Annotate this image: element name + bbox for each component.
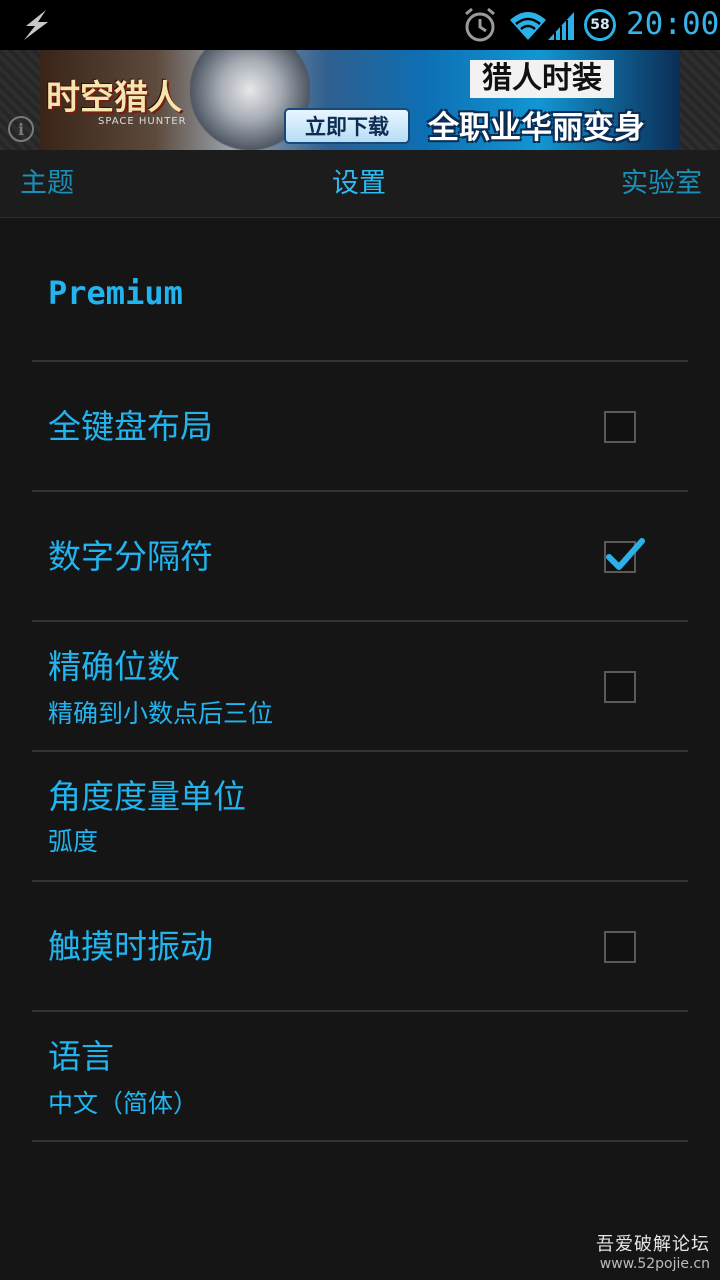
status-bar: 58 20:00 [0, 0, 720, 50]
tab-theme[interactable]: 主题 [20, 150, 74, 218]
tab-settings[interactable]: 设置 [332, 150, 386, 218]
pref-language-summary: 中文（简体） [48, 1089, 199, 1118]
watermark: 吾爱破解论坛 www.52pojie.cn [596, 1230, 710, 1272]
pref-full-keyboard-title: 全键盘布局 [48, 407, 213, 446]
settings-list: Premium 全键盘布局 数字分隔符 精确位数 精确到小数点后三位 角度度量单… [32, 218, 688, 1142]
pref-angle-unit-title: 角度度量单位 [48, 777, 246, 816]
wifi-icon [510, 12, 546, 40]
checkmark-icon [606, 538, 645, 570]
pref-precision-summary: 精确到小数点后三位 [48, 699, 274, 728]
pref-digit-separator[interactable]: 数字分隔符 [32, 492, 688, 622]
pref-digit-separator-title: 数字分隔符 [48, 537, 213, 576]
pref-angle-unit-summary: 弧度 [48, 827, 99, 856]
tab-lab[interactable]: 实验室 [621, 150, 702, 218]
pref-precision[interactable]: 精确位数 精确到小数点后三位 [32, 622, 688, 752]
watermark-url: www.52pojie.cn [599, 1256, 710, 1272]
ad-headline-2: 全职业华丽变身 [428, 110, 645, 146]
pref-language[interactable]: 语言 中文（简体） [32, 1012, 688, 1142]
signal-icon [548, 12, 574, 40]
ad-brand: 时空猎人 [46, 78, 182, 118]
pref-angle-unit[interactable]: 角度度量单位 弧度 [32, 752, 688, 882]
battery-icon: 58 [584, 9, 616, 41]
pref-full-keyboard-checkbox[interactable] [604, 411, 636, 443]
tab-bar: 主题 设置 实验室 [0, 150, 720, 218]
ad-brand-sub: SPACE HUNTER [98, 116, 187, 127]
clock: 20:00 [626, 6, 720, 42]
watermark-title: 吾爱破解论坛 [596, 1234, 710, 1255]
pref-vibrate-title: 触摸时振动 [48, 927, 213, 966]
pref-precision-title: 精确位数 [48, 647, 180, 686]
pref-vibrate-checkbox[interactable] [604, 931, 636, 963]
pref-premium[interactable]: Premium [32, 218, 688, 362]
pref-precision-checkbox[interactable] [604, 671, 636, 703]
pref-full-keyboard[interactable]: 全键盘布局 [32, 362, 688, 492]
charging-bolt-icon [24, 10, 48, 40]
ad-download-button[interactable]: 立即下载 [284, 108, 410, 144]
alarm-icon [465, 7, 495, 42]
ad-headline-1: 猎人时装 [470, 60, 614, 98]
ad-creative[interactable]: 时空猎人 SPACE HUNTER 立即下载 猎人时装 全职业华丽变身 [40, 50, 680, 150]
pref-digit-separator-checkbox[interactable] [604, 538, 645, 573]
ad-banner: i 时空猎人 SPACE HUNTER 立即下载 猎人时装 全职业华丽变身 [0, 50, 720, 150]
pref-vibrate[interactable]: 触摸时振动 [32, 882, 688, 1012]
pref-language-title: 语言 [48, 1037, 114, 1076]
pref-premium-title: Premium [48, 274, 183, 312]
ad-info-icon[interactable]: i [8, 116, 34, 142]
